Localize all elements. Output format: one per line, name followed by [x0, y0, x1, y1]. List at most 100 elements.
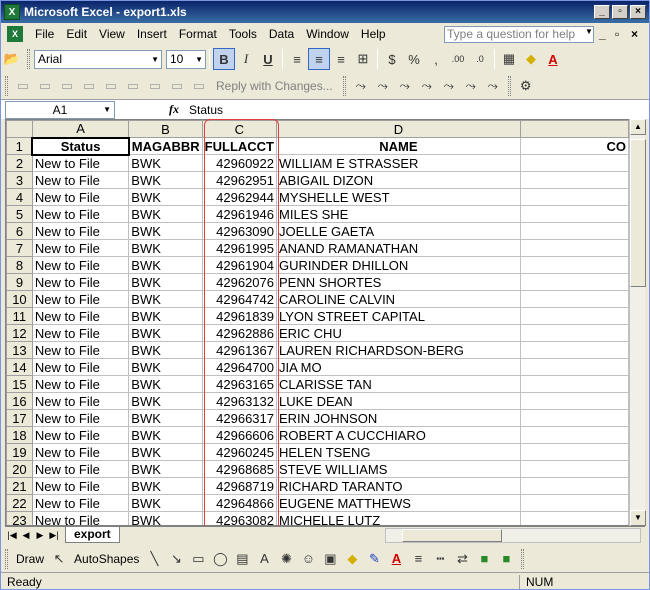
close-button[interactable]: ×	[630, 5, 646, 19]
cell-b[interactable]: BWK	[128, 205, 203, 223]
select-all-corner[interactable]	[6, 120, 33, 138]
next-comment-icon[interactable]: ▭	[56, 75, 78, 97]
column-header-d[interactable]: D	[276, 120, 521, 138]
doc-minimize-button[interactable]: _	[599, 27, 606, 41]
cell-e[interactable]	[519, 307, 629, 325]
font-name-select[interactable]: Arial ▼	[34, 49, 162, 69]
font-color-icon[interactable]: A	[542, 48, 564, 70]
cell-d[interactable]: MYSHELLE WEST	[276, 188, 521, 206]
row-header[interactable]: 12	[6, 324, 33, 342]
cell-e[interactable]	[519, 256, 629, 274]
minimize-button[interactable]: _	[594, 5, 610, 19]
cell-a[interactable]: New to File	[31, 205, 130, 223]
row-header[interactable]: 10	[6, 290, 33, 308]
cell-c[interactable]: 42962951	[201, 171, 278, 189]
insert-function-icon[interactable]: fx	[159, 102, 189, 117]
line-style-icon[interactable]: ≡	[407, 548, 429, 570]
cell-c[interactable]: 42964866	[201, 494, 278, 512]
circle-invalid-icon[interactable]: ⤳	[460, 75, 482, 97]
fill-color-icon[interactable]: ◆	[341, 548, 363, 570]
menu-tools[interactable]: Tools	[223, 27, 263, 41]
reply-with-changes-button[interactable]: Reply with Changes...	[210, 79, 339, 93]
accept-change-icon[interactable]: ▭	[144, 75, 166, 97]
cell-c[interactable]: 42968685	[201, 460, 278, 478]
formula-input[interactable]: Status	[189, 103, 649, 117]
cell-d[interactable]: CAROLINE CALVIN	[276, 290, 521, 308]
line-color-icon[interactable]: ✎	[363, 548, 385, 570]
menu-edit[interactable]: Edit	[60, 27, 93, 41]
menu-help[interactable]: Help	[355, 27, 392, 41]
insert-picture-icon[interactable]: ▣	[319, 548, 341, 570]
cell-e[interactable]	[519, 171, 629, 189]
cell-b[interactable]: MAGABBR	[128, 137, 203, 155]
clip-art-icon[interactable]: ☺	[297, 548, 319, 570]
cell-a[interactable]: New to File	[31, 239, 130, 257]
excel-app-icon[interactable]: X	[4, 4, 20, 20]
arrow-tool-icon[interactable]: ↘	[165, 548, 187, 570]
diagram-icon[interactable]: ✺	[275, 548, 297, 570]
row-header[interactable]: 8	[6, 256, 33, 274]
font-size-select[interactable]: 10 ▼	[166, 49, 206, 69]
row-header[interactable]: 21	[6, 477, 33, 495]
dash-style-icon[interactable]: ┅	[429, 548, 451, 570]
cell-d[interactable]: JOELLE GAETA	[276, 222, 521, 240]
cell-e[interactable]	[519, 358, 629, 376]
help-dropdown-icon[interactable]: ▼	[585, 27, 593, 36]
cell-c[interactable]: 42961367	[201, 341, 278, 359]
cell-e[interactable]	[519, 205, 629, 223]
cell-b[interactable]: BWK	[128, 239, 203, 257]
cell-c[interactable]: 42963090	[201, 222, 278, 240]
cell-a[interactable]: Status	[31, 136, 130, 156]
cell-e[interactable]	[519, 188, 629, 206]
font-color-icon[interactable]: A	[385, 548, 407, 570]
cell-e[interactable]	[519, 511, 629, 525]
cell-b[interactable]: BWK	[128, 477, 203, 495]
previous-comment-icon[interactable]: ▭	[34, 75, 56, 97]
text-box-icon[interactable]: ▤	[231, 548, 253, 570]
cell-a[interactable]: New to File	[31, 222, 130, 240]
column-header-c[interactable]: C	[201, 120, 278, 138]
cell-c[interactable]: 42963082	[201, 511, 278, 525]
cell-c[interactable]: 42961995	[201, 239, 278, 257]
toolbar-grip[interactable]	[5, 76, 8, 96]
underline-button[interactable]: U	[257, 48, 279, 70]
shadow-style-icon[interactable]: ■	[473, 548, 495, 570]
line-tool-icon[interactable]: ╲	[143, 548, 165, 570]
cell-c[interactable]: 42962076	[201, 273, 278, 291]
bold-button[interactable]: B	[213, 48, 235, 70]
trace-error-icon[interactable]: ⤳	[416, 75, 438, 97]
cell-e[interactable]	[519, 494, 629, 512]
new-comment-audit-icon[interactable]: ⤳	[438, 75, 460, 97]
horizontal-scroll-thumb[interactable]	[402, 529, 502, 542]
worksheet-grid[interactable]: A B C D 1 Status MAGABBR FULLACCT NAME CO 2 New…	[5, 119, 630, 526]
horizontal-scrollbar[interactable]	[385, 528, 641, 543]
cell-c[interactable]: 42966606	[201, 426, 278, 444]
row-header[interactable]: 17	[6, 409, 33, 427]
toolbar-grip[interactable]	[507, 76, 511, 96]
cell-c[interactable]: 42961839	[201, 307, 278, 325]
cell-c[interactable]: 42966317	[201, 409, 278, 427]
cell-a[interactable]: New to File	[31, 426, 130, 444]
cell-d[interactable]: EUGENE MATTHEWS	[276, 494, 521, 512]
row-header[interactable]: 7	[6, 239, 33, 257]
restore-button[interactable]: ▫	[612, 5, 628, 19]
cell-d[interactable]: JIA MO	[276, 358, 521, 376]
cell-d[interactable]: ERIC CHU	[276, 324, 521, 342]
cell-c[interactable]: 42963132	[201, 392, 278, 410]
row-header[interactable]: 22	[6, 494, 33, 512]
cell-e[interactable]	[519, 239, 629, 257]
cell-b[interactable]: BWK	[128, 494, 203, 512]
cell-e[interactable]	[519, 443, 629, 461]
cell-a[interactable]: New to File	[31, 290, 130, 308]
prev-sheet-icon[interactable]: ◀	[19, 530, 33, 541]
cell-e[interactable]	[519, 154, 629, 172]
chevron-down-icon[interactable]: ▼	[103, 102, 111, 118]
cell-b[interactable]: BWK	[128, 324, 203, 342]
cell-b[interactable]: BWK	[128, 358, 203, 376]
workbook-icon[interactable]: X	[7, 26, 23, 42]
cell-b[interactable]: BWK	[128, 375, 203, 393]
next-sheet-icon[interactable]: ▶	[33, 530, 47, 541]
cell-e[interactable]	[519, 273, 629, 291]
cell-e[interactable]	[519, 222, 629, 240]
row-header[interactable]: 15	[6, 375, 33, 393]
